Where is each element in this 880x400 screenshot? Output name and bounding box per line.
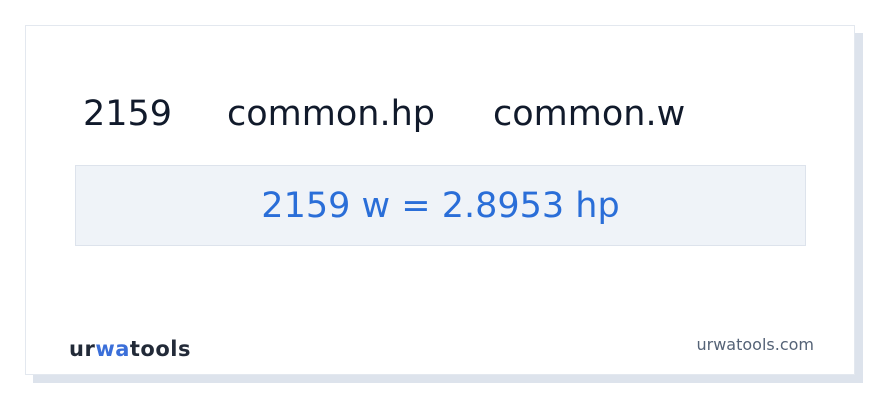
site-url-link[interactable]: urwatools.com xyxy=(697,335,815,354)
logo-text-accent: wa xyxy=(95,337,130,361)
conversion-header-row: 2159 common.hp common.w xyxy=(26,92,854,136)
to-unit-label: common.w xyxy=(493,94,686,134)
logo-text-start: ur xyxy=(69,337,96,361)
urwatools-logo[interactable]: urwatools xyxy=(69,337,191,361)
result-text: 2159 w = 2.8953 hp xyxy=(261,185,620,226)
conversion-card: 2159 common.hp common.w 2159 w = 2.8953 … xyxy=(25,25,855,375)
input-value: 2159 xyxy=(83,94,173,134)
result-box: 2159 w = 2.8953 hp xyxy=(75,165,806,246)
logo-text-end: tools xyxy=(129,337,191,361)
from-unit-label: common.hp xyxy=(227,94,435,134)
